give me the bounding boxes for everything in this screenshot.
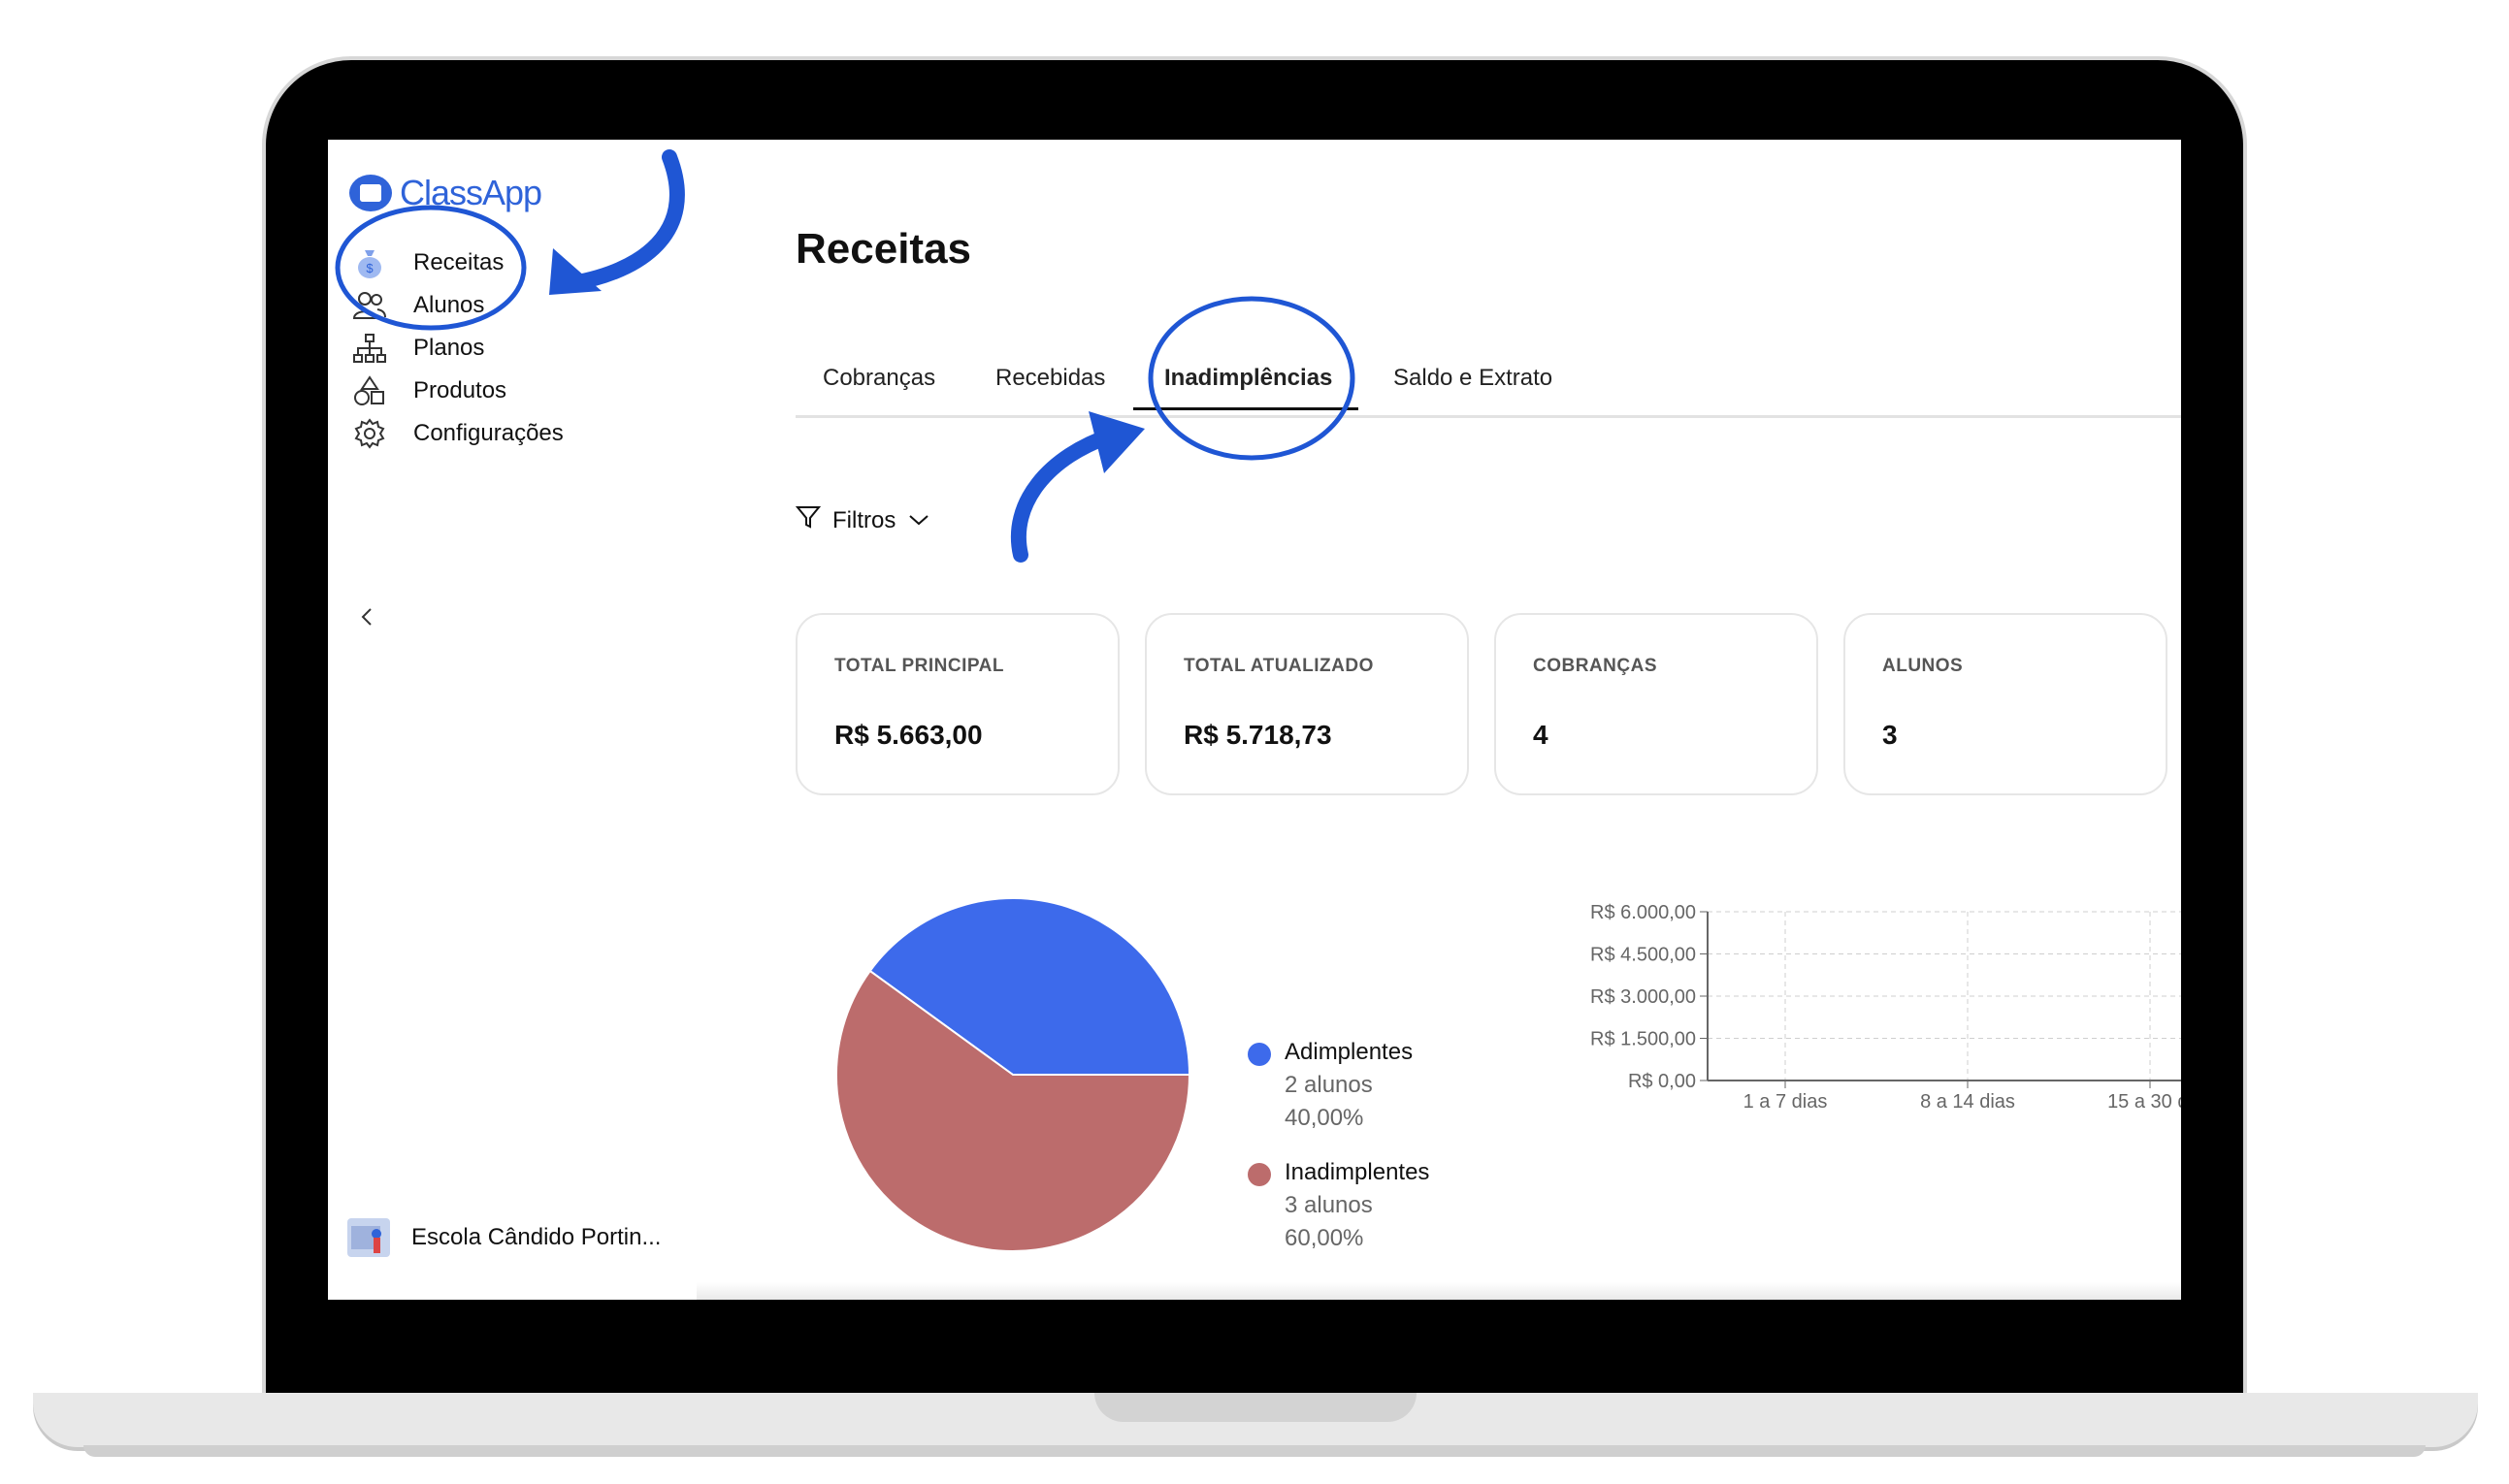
legend-dot xyxy=(1248,1043,1271,1066)
legend-item-adimplentes: Adimplentes 2 alunos 40,00% xyxy=(1248,1036,1429,1135)
card-alunos: ALUNOS 3 xyxy=(1843,613,2167,795)
y-tick-label: R$ 0,00 xyxy=(1628,1071,1696,1092)
sidebar-item-label: Alunos xyxy=(413,292,485,318)
card-value: R$ 5.718,73 xyxy=(1184,720,1332,750)
legend-count: 2 alunos xyxy=(1285,1072,1373,1098)
money-bag-icon: $ xyxy=(351,244,388,281)
active-tab-indicator xyxy=(1133,407,1358,410)
card-label: TOTAL PRINCIPAL xyxy=(834,656,1004,676)
sidebar-item-alunos[interactable]: Alunos xyxy=(351,287,484,324)
tab-cobrancas[interactable]: Cobranças xyxy=(823,365,935,392)
legend-count: 3 alunos xyxy=(1285,1192,1373,1218)
x-tick-label: 8 a 14 dias xyxy=(1920,1091,2015,1113)
tab-bar: Cobranças Recebidas Inadimplências Saldo… xyxy=(796,365,2181,418)
card-value: 4 xyxy=(1533,720,1548,750)
y-tick-label: R$ 4.500,00 xyxy=(1591,945,1696,966)
card-label: TOTAL ATUALIZADO xyxy=(1184,656,1374,676)
tab-inadimplencias[interactable]: Inadimplências xyxy=(1164,365,1332,392)
chevron-left-icon xyxy=(359,603,375,635)
pie-chart xyxy=(834,896,1191,1253)
sidebar-item-configuracoes[interactable]: Configurações xyxy=(351,415,564,452)
legend-percent: 40,00% xyxy=(1285,1105,1364,1131)
bar-chart: R$ 0,00 R$ 1.500,00 R$ 3.000,00 R$ 4.500,00… xyxy=(1590,887,2181,1207)
sidebar: ClassApp $ Receitas Alunos Planos Produt… xyxy=(328,140,755,1300)
card-value: 3 xyxy=(1882,720,1898,750)
book-logo-icon xyxy=(349,175,392,211)
school-name: Escola Cândido Portin... xyxy=(411,1224,662,1250)
pie-legend: Adimplentes 2 alunos 40,00% Inadimplente… xyxy=(1248,1036,1429,1276)
y-tick-label: R$ 3.000,00 xyxy=(1591,986,1696,1008)
school-avatar xyxy=(347,1218,390,1257)
y-tick-label: R$ 6.000,00 xyxy=(1591,902,1696,923)
tab-saldo-extrato[interactable]: Saldo e Extrato xyxy=(1393,365,1552,392)
card-cobrancas: COBRANÇAS 4 xyxy=(1494,613,1818,795)
sidebar-item-planos[interactable]: Planos xyxy=(351,330,484,367)
x-tick-label: 1 a 7 dias xyxy=(1743,1091,1828,1113)
card-total-principal: TOTAL PRINCIPAL R$ 5.663,00 xyxy=(796,613,1120,795)
logo-text: ClassApp xyxy=(400,173,542,212)
card-value: R$ 5.663,00 xyxy=(834,720,983,750)
gear-icon xyxy=(351,415,388,452)
laptop-notch xyxy=(1094,1393,1417,1422)
page-title: Receitas xyxy=(796,225,972,273)
legend-percent: 60,00% xyxy=(1285,1225,1364,1251)
sidebar-item-produtos[interactable]: Produtos xyxy=(351,372,506,409)
card-total-atualizado: TOTAL ATUALIZADO R$ 5.718,73 xyxy=(1145,613,1469,795)
sidebar-item-receitas[interactable]: $ Receitas xyxy=(351,244,504,281)
chevron-down-icon xyxy=(907,507,930,534)
laptop-mockup: ClassApp $ Receitas Alunos Planos Produt… xyxy=(0,0,2509,1484)
x-tick-label: 15 a 30 di xyxy=(2107,1091,2181,1113)
filters-button[interactable]: Filtros xyxy=(795,504,930,536)
sidebar-item-label: Configurações xyxy=(413,420,564,446)
app-screen: ClassApp $ Receitas Alunos Planos Produt… xyxy=(328,140,2181,1300)
sidebar-item-label: Planos xyxy=(413,335,485,361)
sidebar-item-label: Receitas xyxy=(413,249,505,275)
legend-item-inadimplentes: Inadimplentes 3 alunos 60,00% xyxy=(1248,1156,1429,1255)
filters-label: Filtros xyxy=(832,506,896,533)
main-content: Receitas Cobranças Recebidas Inadimplênc… xyxy=(795,140,2181,1300)
sidebar-item-label: Produtos xyxy=(413,377,507,403)
bottom-fade xyxy=(697,1282,2181,1300)
shapes-icon xyxy=(351,372,388,409)
legend-name: Adimplentes xyxy=(1285,1039,1414,1065)
laptop-base-shadow xyxy=(83,1445,2426,1457)
app-logo[interactable]: ClassApp xyxy=(349,173,542,213)
hierarchy-icon xyxy=(351,330,388,367)
legend-dot xyxy=(1248,1163,1271,1186)
users-icon xyxy=(351,287,388,324)
collapse-sidebar-button[interactable] xyxy=(359,603,375,636)
svg-text:$: $ xyxy=(366,261,374,275)
tab-recebidas[interactable]: Recebidas xyxy=(995,365,1105,392)
filter-icon xyxy=(795,504,822,536)
school-switcher[interactable]: Escola Cândido Portin... xyxy=(347,1218,661,1257)
card-label: COBRANÇAS xyxy=(1533,656,1657,676)
y-tick-label: R$ 1.500,00 xyxy=(1591,1029,1696,1050)
card-label: ALUNOS xyxy=(1882,656,1964,676)
legend-name: Inadimplentes xyxy=(1285,1159,1430,1185)
